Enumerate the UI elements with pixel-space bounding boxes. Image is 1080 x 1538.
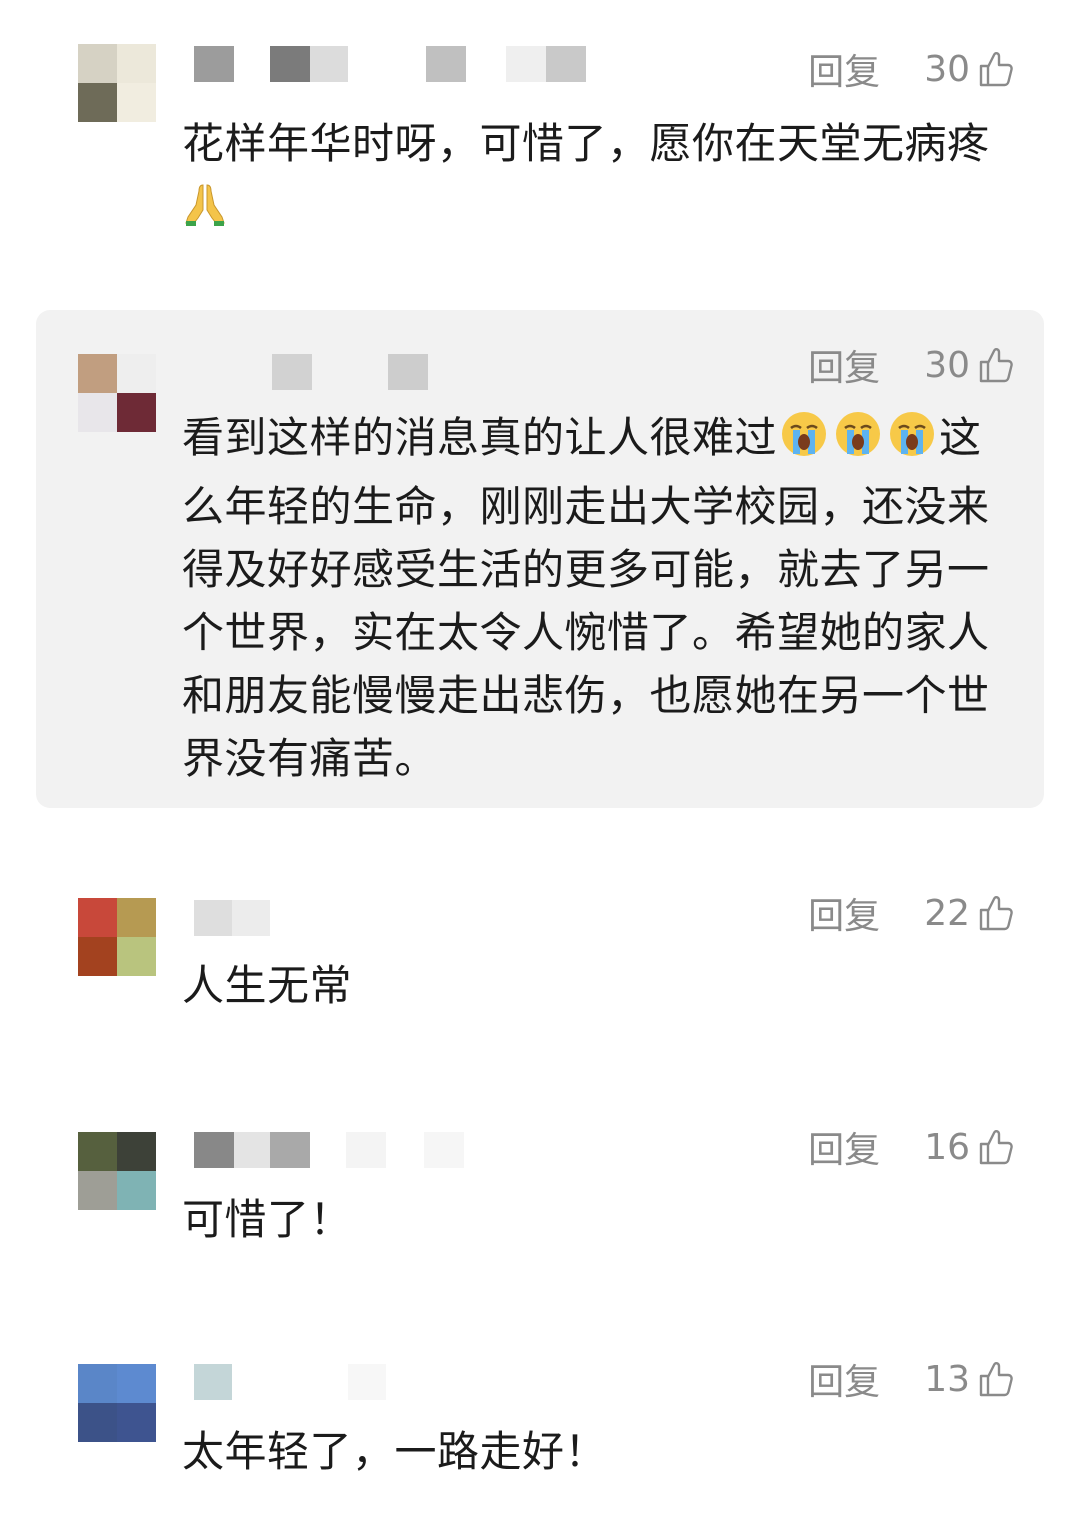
reply-button[interactable]: 回复 bbox=[808, 1121, 880, 1173]
redaction-block bbox=[194, 900, 232, 936]
comment-text: 太年轻了，一路走好！ bbox=[182, 1427, 608, 1476]
comment-actions: 回复 30 bbox=[808, 339, 1016, 391]
like-button[interactable]: 30 bbox=[924, 345, 1016, 386]
avatar-pixel bbox=[78, 1364, 117, 1403]
like-button[interactable]: 13 bbox=[924, 1359, 1016, 1400]
redaction-block bbox=[194, 1364, 232, 1400]
redaction-block bbox=[194, 46, 234, 82]
comment-item-highlighted: 回复 30 看到这样的消息真的让人很难过 这么年轻的生命，刚刚走出大学校园，还没来… bbox=[0, 310, 1080, 808]
avatar-pixel bbox=[117, 393, 156, 432]
avatar[interactable] bbox=[78, 44, 156, 122]
reply-button[interactable]: 回复 bbox=[808, 887, 880, 939]
comment-actions: 回复 22 bbox=[808, 887, 1016, 939]
avatar-pixel bbox=[78, 393, 117, 432]
avatar-pixel bbox=[117, 898, 156, 937]
redaction-block bbox=[234, 46, 270, 82]
redaction-block bbox=[346, 1132, 386, 1168]
avatar-pixel bbox=[78, 44, 117, 83]
redaction-block bbox=[348, 1364, 386, 1400]
avatar[interactable] bbox=[78, 1364, 156, 1442]
avatar-pixel bbox=[117, 1364, 156, 1403]
username-redacted[interactable] bbox=[194, 354, 428, 390]
redaction-block bbox=[232, 1364, 348, 1400]
thumbs-up-icon bbox=[976, 893, 1016, 933]
comment-text: 花样年华时呀，可惜了，愿你在天堂无病疼 bbox=[182, 112, 1022, 244]
avatar-pixel bbox=[117, 83, 156, 122]
redaction-block bbox=[270, 46, 310, 82]
avatar-pixel bbox=[117, 1403, 156, 1442]
like-count: 30 bbox=[924, 48, 970, 90]
redaction-block bbox=[386, 1132, 424, 1168]
avatar-pixel bbox=[78, 83, 117, 122]
redaction-block bbox=[546, 46, 586, 82]
loudly-crying-face-icon bbox=[777, 410, 831, 475]
redaction-block bbox=[388, 354, 428, 390]
like-count: 16 bbox=[924, 1126, 970, 1168]
username-redacted[interactable] bbox=[194, 46, 586, 82]
avatar-pixel bbox=[78, 354, 117, 393]
redaction-block bbox=[194, 1132, 234, 1168]
avatar-pixel bbox=[117, 1171, 156, 1210]
reply-button[interactable]: 回复 bbox=[808, 43, 880, 95]
like-count: 30 bbox=[924, 344, 970, 386]
username-redacted[interactable] bbox=[194, 1132, 464, 1168]
avatar[interactable] bbox=[78, 898, 156, 976]
comment-text: 看到这样的消息真的让人很难过 这么年轻的生命，刚刚走出大学校园，还没来得及好好感受… bbox=[182, 406, 1022, 790]
reply-button[interactable]: 回复 bbox=[808, 339, 880, 391]
comment-text: 人生无常 bbox=[182, 961, 353, 1010]
redaction-block bbox=[194, 354, 272, 390]
comment-actions: 回复 13 bbox=[808, 1353, 1016, 1405]
redaction-block bbox=[506, 46, 546, 82]
loudly-crying-face-icon bbox=[885, 410, 939, 475]
comment-item: 回复 16 可惜了！ bbox=[0, 1114, 1080, 1284]
thumbs-up-icon bbox=[976, 49, 1016, 89]
like-button[interactable]: 16 bbox=[924, 1127, 1016, 1168]
avatar-pixel bbox=[117, 44, 156, 83]
redaction-block bbox=[234, 1132, 270, 1168]
avatar-pixel bbox=[117, 354, 156, 393]
thumbs-up-icon bbox=[976, 345, 1016, 385]
comment-item: 回复 13 太年轻了，一路走好！ bbox=[0, 1346, 1080, 1536]
comment-actions: 回复 30 bbox=[808, 43, 1016, 95]
redaction-block bbox=[232, 900, 270, 936]
redaction-block bbox=[270, 1132, 310, 1168]
avatar-pixel bbox=[78, 1132, 117, 1171]
avatar-pixel bbox=[117, 1132, 156, 1171]
comment-item: 回复 30 花样年华时呀，可惜了，愿你在天堂无病疼 bbox=[0, 0, 1080, 290]
redaction-block bbox=[310, 46, 348, 82]
thumbs-up-icon bbox=[976, 1359, 1016, 1399]
avatar-pixel bbox=[78, 1403, 117, 1442]
redaction-block bbox=[272, 354, 312, 390]
avatar-pixel bbox=[117, 937, 156, 976]
avatar-pixel bbox=[78, 937, 117, 976]
avatar[interactable] bbox=[78, 1132, 156, 1210]
like-count: 22 bbox=[924, 892, 970, 934]
thumbs-up-icon bbox=[976, 1127, 1016, 1167]
redaction-block bbox=[466, 46, 506, 82]
redaction-block bbox=[424, 1132, 464, 1168]
folded-hands-icon bbox=[182, 181, 228, 244]
like-button[interactable]: 22 bbox=[924, 893, 1016, 934]
like-button[interactable]: 30 bbox=[924, 49, 1016, 90]
username-redacted[interactable] bbox=[194, 1364, 386, 1400]
redaction-block bbox=[312, 354, 388, 390]
comment-item: 回复 22 人生无常 bbox=[0, 880, 1080, 1050]
avatar-pixel bbox=[78, 1171, 117, 1210]
avatar[interactable] bbox=[78, 354, 156, 432]
redaction-block bbox=[426, 46, 466, 82]
comment-text: 可惜了！ bbox=[182, 1195, 353, 1244]
like-count: 13 bbox=[924, 1358, 970, 1400]
redaction-block bbox=[310, 1132, 346, 1168]
reply-button[interactable]: 回复 bbox=[808, 1353, 880, 1405]
redaction-block bbox=[348, 46, 426, 82]
avatar-pixel bbox=[78, 898, 117, 937]
username-redacted[interactable] bbox=[194, 900, 270, 936]
comment-actions: 回复 16 bbox=[808, 1121, 1016, 1173]
loudly-crying-face-icon bbox=[831, 410, 885, 475]
